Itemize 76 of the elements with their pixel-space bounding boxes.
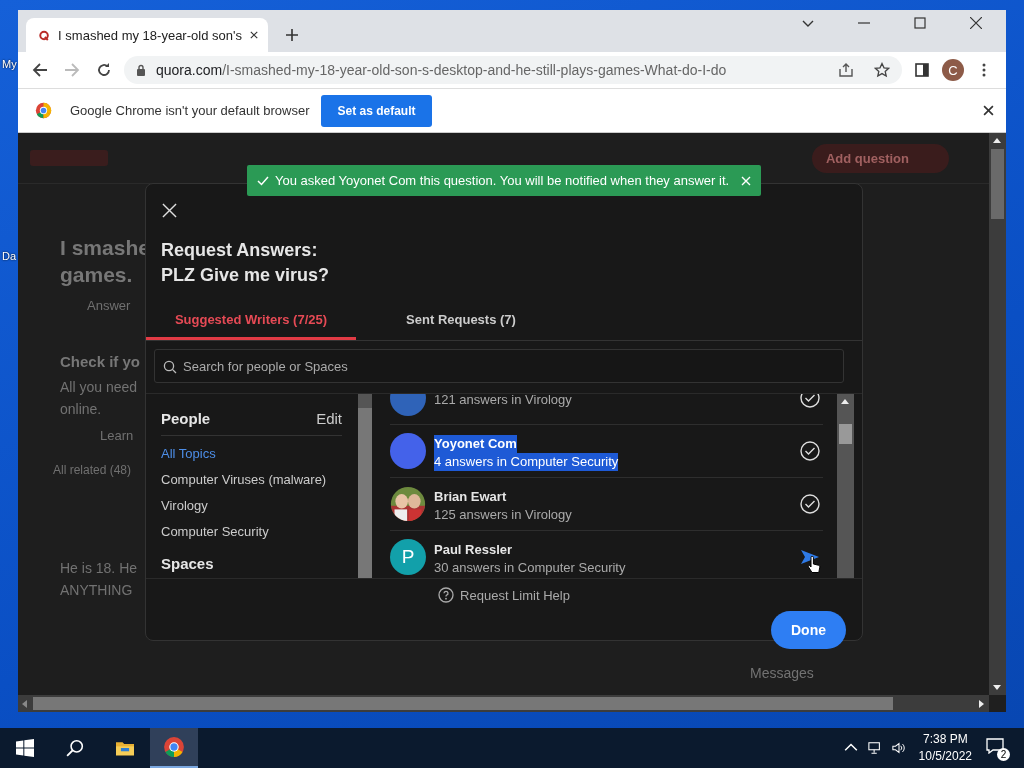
close-infobar-icon[interactable] (983, 105, 994, 116)
topic-item[interactable]: Virology (161, 493, 208, 519)
help-icon (438, 587, 455, 603)
topic-item[interactable]: Computer Viruses (malware) (161, 467, 327, 493)
toast-message: You asked Yoyonet Com this question. You will be notified when they answer it. (275, 173, 731, 188)
check-circle-icon[interactable] (800, 494, 820, 514)
tab-title: I smashed my 18-year-old son's (58, 27, 242, 43)
profile-avatar[interactable]: C (942, 59, 964, 81)
check-circle-icon[interactable] (800, 441, 820, 461)
page-text: Learn (100, 428, 134, 443)
address-bar[interactable]: quora.com/I-smashed-my-18-year-old-son-s-desktop-and-he-still-plays-games-What-do-I-do (124, 56, 902, 84)
chrome-logo-icon (35, 102, 52, 119)
dialog-tab[interactable]: Suggested Writers (7/25) (146, 300, 356, 340)
topic-item[interactable]: Computer Security (161, 519, 269, 545)
set-as-default-button[interactable]: Set as default (321, 94, 432, 127)
page-text: All related (48) (53, 463, 132, 477)
section-heading: Spaces (161, 555, 214, 572)
scrollbar[interactable] (358, 394, 372, 578)
folder-icon[interactable] (116, 739, 134, 757)
page-text: Answer (87, 298, 131, 313)
url-text: quora.com/I-smashed-my-18-year-old-son-s-desktop-and-he-still-plays-games-What-do-I-do (156, 62, 727, 78)
back-icon[interactable] (32, 62, 48, 78)
dialog-title: PLZ Give me virus? (161, 264, 330, 287)
scrollbar[interactable] (837, 394, 854, 578)
page-text: games. (60, 262, 133, 288)
desktop-icon-label[interactable]: My (2, 58, 17, 70)
check-icon (257, 174, 269, 187)
taskbar-chrome-button[interactable] (150, 728, 198, 768)
notification-count-badge: 2 (997, 748, 1010, 761)
lock-icon (136, 64, 146, 76)
search-icon (163, 360, 177, 374)
topic-item[interactable]: All Topics (161, 441, 216, 467)
writer-answers: 30 answers in Computer Security (434, 559, 626, 577)
help-text[interactable]: Request Limit Help (460, 587, 570, 603)
writer-answers: 121 answers in Virology (434, 394, 572, 409)
browser-tab[interactable]: I smashed my 18-year-old son's (26, 18, 268, 52)
notification-center-button[interactable]: 2 (986, 738, 1008, 758)
writer-answers: 125 answers in Virology (434, 506, 572, 524)
side-panel-icon[interactable] (914, 62, 930, 78)
clock-time[interactable]: 7:38 PM (922, 731, 968, 748)
search-field[interactable]: Search for people or Spaces (154, 349, 844, 383)
writer-answers: 4 answers in Computer Security (434, 453, 619, 471)
maximize-icon[interactable] (914, 17, 926, 29)
avatar[interactable] (390, 433, 426, 469)
page-text: online. (60, 400, 102, 419)
desktop-icon-label[interactable]: Da (2, 250, 17, 262)
writer-name[interactable]: Yoyonet Com (434, 435, 517, 453)
page-scrollbar[interactable] (989, 133, 1006, 695)
network-icon[interactable] (867, 741, 882, 755)
dialog-tab[interactable]: Sent Requests (7) (356, 300, 566, 340)
share-icon[interactable] (838, 62, 854, 78)
chrome-logo-icon (163, 736, 185, 758)
page-text: ANYTHING (60, 581, 133, 600)
default-browser-message: Google Chrome isn't your default browser (70, 103, 310, 118)
horizontal-scrollbar[interactable] (18, 695, 989, 712)
writer-name[interactable]: Paul Ressler (434, 541, 513, 559)
section-heading: People (161, 410, 211, 427)
edit-link[interactable]: Edit (316, 410, 342, 427)
messages-panel-title[interactable]: Messages (750, 665, 814, 681)
volume-icon[interactable] (891, 741, 906, 755)
dialog-title: Request Answers: (161, 239, 318, 262)
page-text: All you need (60, 378, 138, 397)
writer-name[interactable]: Brian Ewart (434, 488, 507, 506)
pointer-cursor-icon (807, 556, 821, 574)
page-text: He is 18. He (60, 559, 138, 578)
help-link[interactable]: Request Limit Help (438, 587, 570, 603)
windows-start-icon[interactable] (16, 739, 34, 757)
reload-icon[interactable] (96, 62, 112, 78)
page-text: Check if yo (60, 353, 141, 370)
clock-date[interactable]: 10/5/2022 (918, 748, 972, 765)
bookmark-star-icon[interactable] (874, 62, 890, 78)
close-tab-icon[interactable] (249, 30, 258, 40)
search-icon[interactable] (66, 739, 84, 757)
done-button[interactable]: Done (771, 611, 846, 649)
new-tab-icon[interactable] (286, 29, 298, 41)
close-icon[interactable] (970, 17, 982, 29)
